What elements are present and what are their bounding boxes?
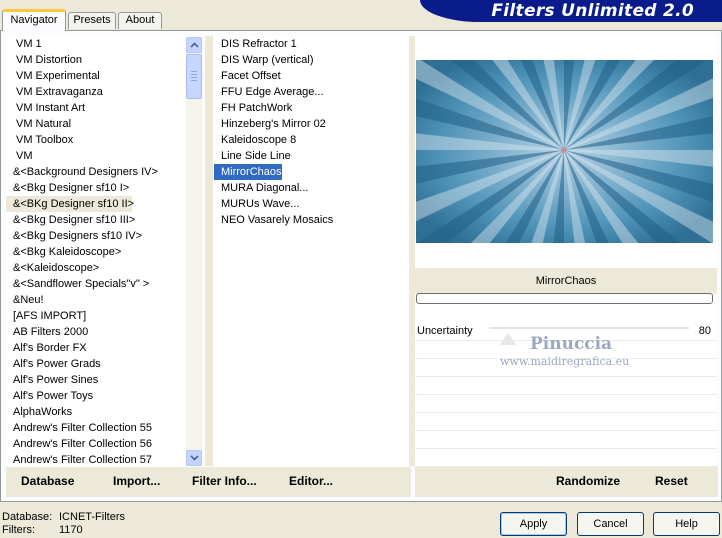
parameter-row — [415, 431, 717, 449]
help-button[interactable]: Help — [653, 512, 720, 536]
filter-item[interactable]: Line Side Line — [213, 148, 409, 164]
category-item[interactable]: &<Sandflower Specials"v" > — [6, 276, 202, 292]
parameter-value: 80 — [698, 325, 711, 337]
import-button[interactable]: Import... — [113, 474, 160, 488]
watermark-name: Pinuccia — [530, 334, 613, 354]
filter-item[interactable]: Kaleidoscope 8 — [213, 132, 409, 148]
filter-list[interactable]: DIS Refractor 1 DIS Warp (vertical) Facet … — [213, 36, 409, 466]
divider — [205, 36, 213, 466]
chevron-down-icon — [189, 455, 199, 461]
tab-about[interactable]: About — [118, 12, 162, 29]
category-item[interactable]: Alf's Power Grads — [6, 356, 202, 372]
parameter-row — [415, 413, 717, 431]
scroll-thumb[interactable] — [186, 54, 202, 99]
database-value: ICNET-Filters — [59, 511, 125, 523]
category-item[interactable]: VM Instant Art — [6, 100, 202, 116]
tab-bar: Navigator Presets About Filters Unlimite… — [0, 0, 722, 31]
category-item[interactable]: VM — [6, 148, 202, 164]
filter-item[interactable]: MURUs Wave... — [213, 196, 409, 212]
filter-item[interactable]: FFU Edge Average... — [213, 84, 409, 100]
filter-item[interactable]: NEO Vasarely Mosaics — [213, 212, 409, 228]
filter-item[interactable]: DIS Warp (vertical) — [213, 52, 409, 68]
parameter-row — [415, 449, 717, 467]
category-item[interactable]: &Neu! — [6, 292, 202, 308]
category-item[interactable]: VM 1 — [6, 36, 202, 52]
filter-item[interactable]: Hinzeberg's Mirror 02 — [213, 116, 409, 132]
filter-info-button[interactable]: Filter Info... — [192, 474, 257, 488]
filter-item[interactable]: MirrorChaos — [214, 164, 282, 180]
app-title: Filters Unlimited 2.0 — [491, 1, 694, 21]
uncertainty-slider[interactable] — [489, 327, 689, 329]
filter-preview-image — [416, 60, 713, 243]
category-item[interactable]: VM Toolbox — [6, 132, 202, 148]
category-item[interactable]: Andrew's Filter Collection 56 — [6, 436, 202, 452]
editor-button[interactable]: Editor... — [289, 474, 333, 488]
category-item[interactable]: Alf's Power Toys — [6, 388, 202, 404]
category-item[interactable]: &<Bkg Designer sf10 III> — [6, 212, 202, 228]
category-item[interactable]: &<Bkg Designer sf10 I> — [6, 180, 202, 196]
progress-bar — [416, 293, 713, 304]
preview-filter-name: MirrorChaos — [415, 268, 717, 294]
scroll-up-button[interactable] — [186, 37, 202, 53]
category-scrollbar[interactable] — [186, 37, 202, 466]
category-item[interactable]: &<BKg Designer sf10 II> — [6, 196, 134, 212]
apply-button[interactable]: Apply — [500, 512, 567, 536]
category-list[interactable]: VM 1 VM Distortion VM Experimental VM Extra… — [6, 36, 202, 466]
database-label: Database: — [2, 511, 53, 523]
reset-button[interactable]: Reset — [655, 474, 688, 488]
parameter-row — [415, 395, 717, 413]
chevron-up-icon — [189, 42, 199, 48]
database-button[interactable]: Database — [21, 474, 74, 488]
scroll-down-button[interactable] — [186, 450, 202, 466]
category-item[interactable]: &<Bkg Designers sf10 IV> — [6, 228, 202, 244]
category-item[interactable]: VM Distortion — [6, 52, 202, 68]
watermark-url: www.maidiregrafica.eu — [500, 355, 630, 368]
category-item[interactable]: [AFS IMPORT] — [6, 308, 202, 324]
filters-count-value: 1170 — [59, 524, 83, 536]
cancel-button[interactable]: Cancel — [577, 512, 644, 536]
filter-item[interactable]: MURA Diagonal... — [213, 180, 409, 196]
category-item[interactable]: VM Experimental — [6, 68, 202, 84]
filter-item[interactable]: Facet Offset — [213, 68, 409, 84]
tab-presets[interactable]: Presets — [68, 12, 116, 29]
category-item[interactable]: AB Filters 2000 — [6, 324, 202, 340]
filter-item[interactable]: DIS Refractor 1 — [213, 36, 409, 52]
category-item[interactable]: &<Bkg Kaleidoscope> — [6, 244, 202, 260]
filters-count-label: Filters: — [2, 524, 35, 536]
category-item[interactable]: Andrew's Filter Collection 57 — [6, 452, 202, 466]
divider — [411, 467, 415, 497]
tab-navigator[interactable]: Navigator — [2, 9, 66, 31]
category-item[interactable]: AlphaWorks — [6, 404, 202, 420]
category-item[interactable]: Alf's Border FX — [6, 340, 202, 356]
filter-item[interactable]: FH PatchWork — [213, 100, 409, 116]
category-item[interactable]: Andrew's Filter Collection 55 — [6, 420, 202, 436]
title-banner: Filters Unlimited 2.0 — [420, 0, 722, 22]
category-item[interactable]: Alf's Power Sines — [6, 372, 202, 388]
randomize-button[interactable]: Randomize — [556, 474, 620, 488]
parameter-row — [415, 377, 717, 395]
category-item[interactable]: &<Kaleidoscope> — [6, 260, 202, 276]
parameter-label: Uncertainty — [417, 325, 473, 337]
category-item[interactable]: VM Extravaganza — [6, 84, 202, 100]
category-item[interactable]: &<Background Designers IV> — [6, 164, 202, 180]
category-item[interactable]: VM Natural — [6, 116, 202, 132]
